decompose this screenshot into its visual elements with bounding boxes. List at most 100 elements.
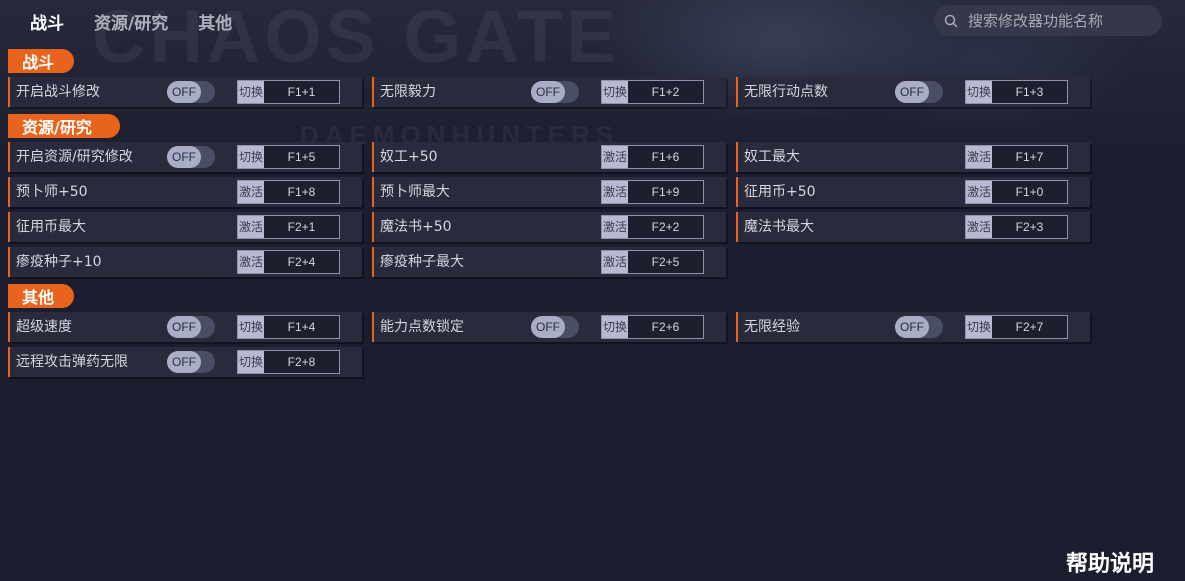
hotkey-box[interactable]: 激活 F2+2 [601, 215, 704, 239]
toggle-state: OFF [895, 316, 929, 338]
hotkey-box[interactable]: 激活 F1+6 [601, 145, 704, 169]
hotkey-box[interactable]: 激活 F1+0 [965, 180, 1068, 204]
hotkey-key: F1+2 [628, 81, 703, 103]
section-header: 其他 [8, 284, 74, 308]
hotkey-key: F1+8 [264, 181, 339, 203]
toggle-state: OFF [167, 146, 201, 168]
hotkey-action-label: 激活 [602, 216, 628, 238]
hotkey-action-label: 切换 [602, 81, 628, 103]
hotkey-box[interactable]: 切换 F1+1 [237, 80, 340, 104]
cheat-label: 开启战斗修改 [16, 84, 100, 100]
toggle-state: OFF [531, 81, 565, 103]
hotkey-action-label: 切换 [966, 81, 992, 103]
hotkey-action-label: 激活 [966, 216, 992, 238]
search-icon [944, 14, 958, 28]
cheat-label: 瘆疫种子+10 [16, 254, 102, 270]
cheat-row: 能力点数锁定 OFF 切换 F2+6 [372, 312, 726, 342]
cheat-label: 预卜师最大 [380, 184, 450, 200]
hotkey-action-label: 激活 [602, 251, 628, 273]
toggle-switch[interactable]: OFF [531, 316, 579, 338]
toggle-switch[interactable]: OFF [895, 81, 943, 103]
hotkey-key: F2+5 [628, 251, 703, 273]
cheat-label: 超级速度 [16, 319, 72, 335]
hotkey-box[interactable]: 激活 F2+1 [237, 215, 340, 239]
hotkey-action-label: 激活 [238, 216, 264, 238]
hotkey-action-label: 激活 [238, 181, 264, 203]
cheat-row: 无限行动点数 OFF 切换 F1+3 [736, 77, 1090, 107]
tab-resources-research[interactable]: 资源/研究 [94, 9, 168, 34]
hotkey-action-label: 激活 [966, 181, 992, 203]
hotkey-action-label: 激活 [238, 251, 264, 273]
cheat-label: 无限行动点数 [744, 84, 828, 100]
hotkey-box[interactable]: 切换 F2+8 [237, 350, 340, 374]
cheat-label: 征用币+50 [744, 184, 816, 200]
hotkey-box[interactable]: 激活 F1+7 [965, 145, 1068, 169]
hotkey-box[interactable]: 激活 F1+8 [237, 180, 340, 204]
hotkey-box[interactable]: 切换 F1+5 [237, 145, 340, 169]
hotkey-key: F2+8 [264, 351, 339, 373]
hotkey-box[interactable]: 激活 F2+3 [965, 215, 1068, 239]
hotkey-box[interactable]: 切换 F1+2 [601, 80, 704, 104]
hotkey-box[interactable]: 激活 F2+4 [237, 250, 340, 274]
cheat-label: 预卜师+50 [16, 184, 88, 200]
cheat-label: 能力点数锁定 [380, 319, 464, 335]
help-button[interactable]: 帮助说明 [1066, 546, 1154, 578]
hotkey-key: F2+7 [992, 316, 1067, 338]
section-header: 战斗 [8, 49, 74, 73]
top-nav: 战斗 资源/研究 其他 [30, 8, 232, 34]
hotkey-box[interactable]: 激活 F1+9 [601, 180, 704, 204]
toggle-switch[interactable]: OFF [167, 351, 215, 373]
hotkey-key: F2+2 [628, 216, 703, 238]
hotkey-box[interactable]: 切换 F2+7 [965, 315, 1068, 339]
search-box[interactable] [934, 5, 1162, 36]
hotkey-key: F1+0 [992, 181, 1067, 203]
hotkey-key: F1+9 [628, 181, 703, 203]
hotkey-key: F1+4 [264, 316, 339, 338]
hotkey-action-label: 切换 [238, 81, 264, 103]
hotkey-box[interactable]: 激活 F2+5 [601, 250, 704, 274]
toggle-state: OFF [167, 81, 201, 103]
cheat-label: 魔法书最大 [744, 219, 814, 235]
tab-combat[interactable]: 战斗 [30, 9, 64, 34]
hotkey-action-label: 激活 [602, 181, 628, 203]
toggle-switch[interactable]: OFF [167, 316, 215, 338]
hotkey-key: F1+3 [992, 81, 1067, 103]
cheat-row: 瘆疫种子+10 激活 F2+4 [8, 247, 362, 277]
trainer-window: CHAOS GATE DAEMONHUNTERS 战斗 资源/研究 其他 战斗开… [0, 0, 1185, 581]
section-header: 资源/研究 [8, 114, 120, 138]
cheat-row: 预卜师最大 激活 F1+9 [372, 177, 726, 207]
hotkey-key: F1+5 [264, 146, 339, 168]
cheat-row: 无限经验 OFF 切换 F2+7 [736, 312, 1090, 342]
hotkey-action-label: 激活 [602, 146, 628, 168]
cheat-row: 魔法书最大 激活 F2+3 [736, 212, 1090, 242]
hotkey-action-label: 切换 [238, 351, 264, 373]
cheat-label: 奴工+50 [380, 149, 438, 165]
cheat-row: 征用币+50 激活 F1+0 [736, 177, 1090, 207]
toggle-state: OFF [167, 351, 201, 373]
hotkey-action-label: 激活 [966, 146, 992, 168]
search-input[interactable] [966, 10, 1150, 31]
hotkey-action-label: 切换 [966, 316, 992, 338]
cheat-label: 开启资源/研究修改 [16, 149, 133, 165]
toggle-state: OFF [167, 316, 201, 338]
cheat-row: 开启战斗修改 OFF 切换 F1+1 [8, 77, 362, 107]
cheat-row: 奴工最大 激活 F1+7 [736, 142, 1090, 172]
hotkey-box[interactable]: 切换 F2+6 [601, 315, 704, 339]
cheat-row: 超级速度 OFF 切换 F1+4 [8, 312, 362, 342]
hotkey-box[interactable]: 切换 F1+4 [237, 315, 340, 339]
toggle-switch[interactable]: OFF [167, 81, 215, 103]
cheat-row: 开启资源/研究修改 OFF 切换 F1+5 [8, 142, 362, 172]
toggle-state: OFF [531, 316, 565, 338]
tab-other[interactable]: 其他 [198, 9, 232, 34]
cheat-label: 征用币最大 [16, 219, 86, 235]
cheat-label: 远程攻击弹药无限 [16, 354, 128, 370]
toggle-switch[interactable]: OFF [531, 81, 579, 103]
cheat-row: 瘆疫种子最大 激活 F2+5 [372, 247, 726, 277]
cheat-label: 无限经验 [744, 319, 800, 335]
cheat-row: 远程攻击弹药无限 OFF 切换 F2+8 [8, 347, 362, 377]
hotkey-box[interactable]: 切换 F1+3 [965, 80, 1068, 104]
cheat-row: 无限毅力 OFF 切换 F1+2 [372, 77, 726, 107]
toggle-switch[interactable]: OFF [895, 316, 943, 338]
toggle-switch[interactable]: OFF [167, 146, 215, 168]
toggle-state: OFF [895, 81, 929, 103]
